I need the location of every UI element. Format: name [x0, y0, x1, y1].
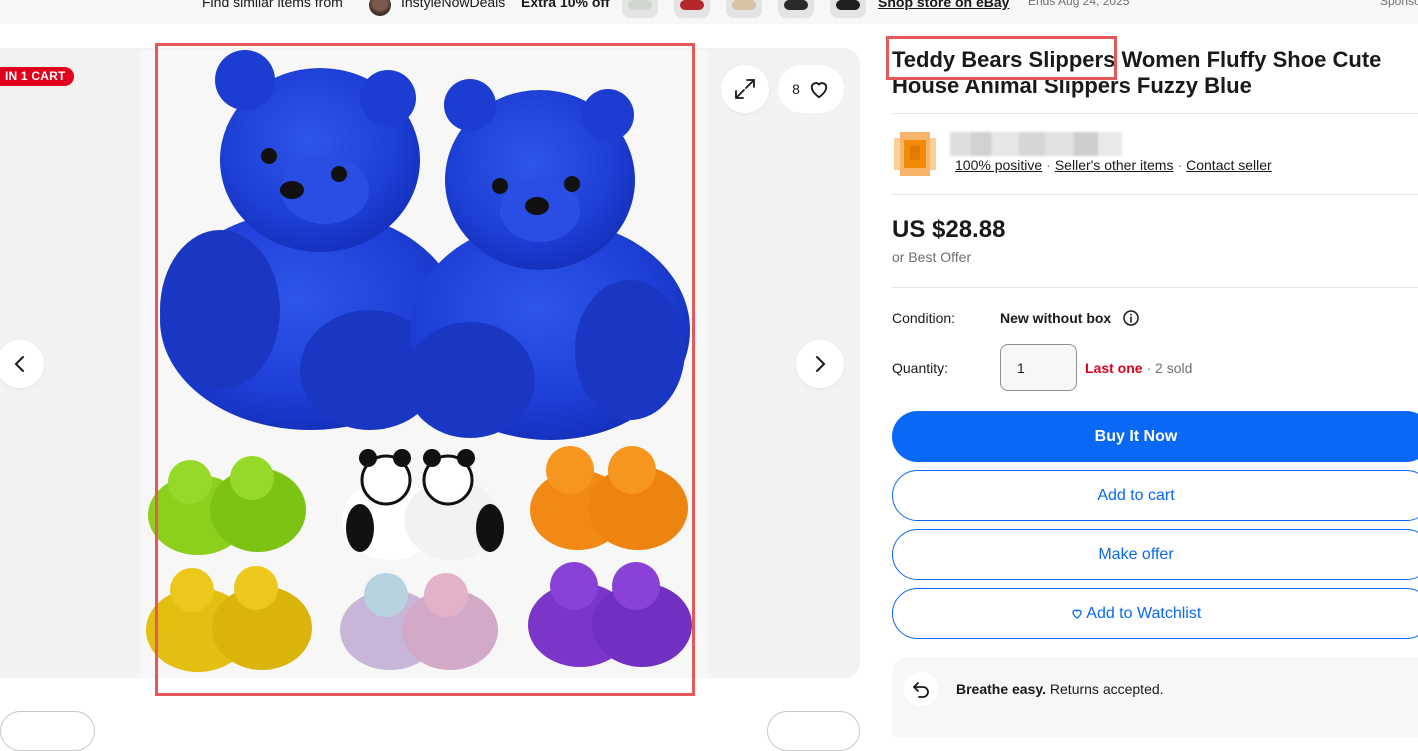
watch-count: 8 [792, 81, 800, 97]
returns-detail: Returns accepted. [1046, 681, 1164, 697]
price: US $28.88 [892, 216, 1006, 243]
banner-thumbnail[interactable] [830, 0, 866, 18]
heart-icon [1072, 609, 1082, 619]
similar-items-banner: Find similar items from InstyleNowDeals … [0, 0, 1418, 24]
divider [892, 194, 1418, 195]
chevron-left-icon [14, 356, 24, 372]
find-similar-label: Find similar items from [202, 0, 343, 10]
quantity-label: Quantity: [892, 360, 949, 376]
sellers-other-items-link[interactable]: Seller's other items [1055, 157, 1174, 173]
condition-label: Condition: [892, 310, 956, 326]
sponsored-label: Sponso [1380, 0, 1418, 8]
positive-feedback-link[interactable]: 100% positive [955, 157, 1042, 173]
quantity-status: Last one · 2 sold [1085, 360, 1192, 376]
banner-seller-name[interactable]: InstyleNowDeals [401, 0, 505, 10]
in-cart-badge: IN 1 CART [0, 67, 75, 86]
promo-end-date: Ends Aug 24, 2025 [1028, 0, 1130, 8]
next-image-button[interactable] [796, 340, 844, 388]
add-to-watchlist-label: Add to Watchlist [1086, 604, 1202, 622]
banner-thumbnail[interactable] [726, 0, 762, 18]
condition-value: New without box [1000, 310, 1112, 326]
heart-icon [810, 82, 828, 99]
banner-thumbnail[interactable] [674, 0, 710, 18]
returns-panel [892, 657, 1418, 737]
listing-title: Teddy Bears Slippers Women Fluffy Shoe C… [892, 47, 1382, 98]
seller-logo[interactable] [888, 128, 942, 180]
gallery-bottom-button-right[interactable] [767, 711, 860, 751]
divider [892, 287, 1418, 288]
contact-seller-link[interactable]: Contact seller [1186, 157, 1272, 173]
separator: · [1046, 157, 1051, 173]
add-to-cart-button[interactable]: Add to cart [892, 470, 1418, 521]
add-to-watchlist-button[interactable]: Add to Watchlist [892, 588, 1418, 639]
buy-it-now-label: Buy It Now [1094, 427, 1178, 445]
seller-name-redacted [950, 132, 1122, 156]
shop-store-link[interactable]: Shop store on eBay [878, 0, 1009, 10]
banner-thumbnail[interactable] [778, 0, 814, 18]
expand-icon [735, 79, 755, 99]
returns-bold: Breathe easy. [956, 681, 1047, 697]
sold-count: · 2 sold [1146, 360, 1193, 376]
last-one-label: Last one [1085, 360, 1143, 376]
make-offer-button[interactable]: Make offer [892, 529, 1418, 580]
make-offer-label: Make offer [1098, 545, 1174, 563]
buy-it-now-button[interactable]: Buy It Now [892, 411, 1418, 462]
watchlist-content: Add to Watchlist [1071, 604, 1202, 623]
add-to-cart-label: Add to cart [1097, 486, 1175, 504]
best-offer-label: or Best Offer [892, 249, 972, 265]
return-arrow-icon [913, 682, 929, 698]
gallery-bottom-button-left[interactable] [0, 711, 95, 751]
info-icon[interactable] [1123, 310, 1139, 326]
seller-avatar[interactable] [369, 0, 391, 16]
divider [892, 113, 1418, 114]
separator: · [1177, 157, 1183, 173]
promo-label: Extra 10% off [521, 0, 610, 10]
watch-count-button[interactable]: 8 [778, 65, 844, 113]
expand-image-button[interactable] [721, 65, 769, 113]
chevron-right-icon [816, 356, 826, 372]
quantity-input[interactable] [1000, 344, 1077, 391]
banner-thumbnail[interactable] [622, 0, 658, 18]
seller-links: 100% positive · Seller's other items · Conta… [955, 157, 1272, 173]
returns-icon-wrap [904, 672, 938, 706]
returns-text: Breathe easy. Returns accepted. [956, 681, 1164, 697]
teddy-bear-slippers-image[interactable] [140, 50, 708, 678]
